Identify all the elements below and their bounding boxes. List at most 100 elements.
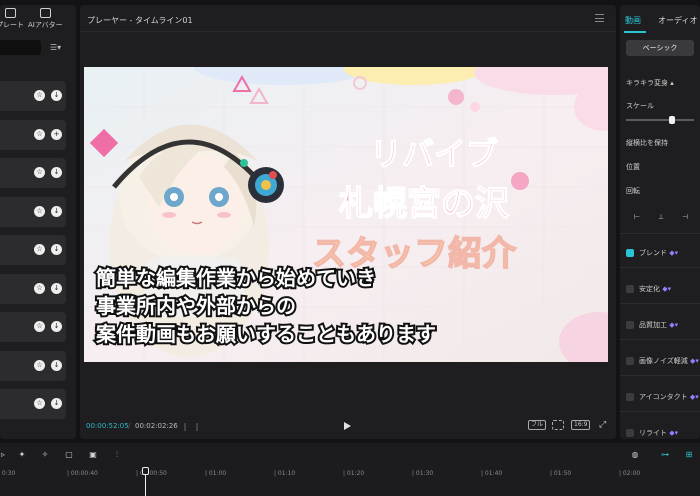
asset-item[interactable]: ☆ ↓ xyxy=(0,273,66,304)
tab-ai-avatar-label: AIアバター xyxy=(28,21,63,29)
magic-icon[interactable]: ✧ xyxy=(40,450,50,460)
transform-section[interactable]: キラキラ変身 ▴ xyxy=(626,78,674,88)
ruler-tick: | 00:00:50 xyxy=(136,470,167,477)
option-label: 品質加工 ◆▾ xyxy=(639,321,679,329)
asset-item[interactable]: ☆ ↓ xyxy=(0,350,66,381)
filter-icon[interactable]: ☰▾ xyxy=(50,43,61,52)
keep-ratio-label: 縦横比を保持 xyxy=(626,139,668,147)
full-button[interactable]: フル xyxy=(528,420,547,430)
option-label: 安定化 ◆▾ xyxy=(639,285,672,293)
option-label: リライト ◆▾ xyxy=(639,429,679,437)
position-label: 位置 xyxy=(626,163,640,171)
checkbox[interactable] xyxy=(626,393,634,401)
download-icon[interactable]: ↓ xyxy=(51,244,62,255)
time-separator: / xyxy=(128,422,131,430)
asset-item[interactable]: ☆ ↓ xyxy=(0,81,66,111)
ruler-tick: | 02:00 xyxy=(619,470,641,477)
download-icon[interactable]: ↓ xyxy=(51,398,62,409)
playhead-handle[interactable] xyxy=(142,467,149,475)
menu-icon[interactable] xyxy=(595,14,604,22)
asset-item[interactable]: ☆ ↓ xyxy=(0,389,66,419)
video-preview[interactable]: リバイブ 札幌宮の沢 スタッフ紹介 簡単な編集作業から始めていき 事業所内や外部… xyxy=(84,67,608,362)
ruler-tick: | 01:20 xyxy=(343,470,365,477)
favorite-icon[interactable]: ☆ xyxy=(34,205,45,217)
favorite-icon[interactable]: ☆ xyxy=(34,244,45,255)
fullscreen-icon[interactable]: ⤢ xyxy=(597,420,608,430)
favorite-icon[interactable]: ☆ xyxy=(34,359,45,371)
tab-ai-avatar[interactable]: AIアバター xyxy=(28,8,63,30)
split-icon[interactable]: ▹ xyxy=(0,450,8,460)
download-icon[interactable]: ↓ xyxy=(51,90,62,101)
player-controls: 00:00:52:05 / 00:02:02:26 フル 16:9 ⤢ xyxy=(80,417,616,439)
add-icon[interactable]: + xyxy=(51,128,62,140)
align-right-icon[interactable]: ⊣ xyxy=(675,211,695,224)
option-label: ブレンド ◆▾ xyxy=(639,249,679,257)
asset-item[interactable]: ☆ ↓ xyxy=(0,196,66,227)
timeline: ▹ ✦ ✧ ▢ ▣ ⫶ ◍ ⊶ ⊞ | 0:30 | 00:00:40 | 00:0… xyxy=(0,443,700,496)
avatar-icon xyxy=(39,8,51,18)
tab-template[interactable]: プレート xyxy=(0,8,24,30)
caption-line-1: 簡単な編集作業から始めていき xyxy=(96,266,376,290)
left-tabs: プレート AIアバター xyxy=(0,5,76,33)
asset-item[interactable]: ☆ ↓ xyxy=(0,235,66,265)
premium-icon: ◆▾ xyxy=(660,285,672,293)
favorite-icon[interactable]: ☆ xyxy=(34,128,45,140)
favorite-icon[interactable]: ☆ xyxy=(34,90,45,101)
favorite-icon[interactable]: ☆ xyxy=(34,321,45,332)
divider xyxy=(620,303,700,304)
checkbox[interactable] xyxy=(626,429,634,437)
media-icon[interactable]: ▣ xyxy=(88,450,98,460)
video-frame-art: リバイブ 札幌宮の沢 スタッフ紹介 簡単な編集作業から始めていき 事業所内や外部… xyxy=(84,67,608,362)
download-icon[interactable]: ↓ xyxy=(51,359,62,371)
premium-icon: ◆▾ xyxy=(687,393,699,401)
align-left-icon[interactable]: ⊢ xyxy=(627,211,647,224)
hd-icon[interactable]: ▢ xyxy=(64,450,74,460)
tab-video[interactable]: 動画 xyxy=(625,15,641,26)
checkbox[interactable] xyxy=(626,285,634,293)
player-panel: プレーヤー - タイムライン01 リバイブ 札幌宮の沢 スタッフ紹介 簡単な編集… xyxy=(80,5,616,439)
divider xyxy=(620,339,700,340)
rotate-label: 回転 xyxy=(626,187,640,195)
download-icon[interactable]: ↓ xyxy=(51,205,62,217)
align-center-icon[interactable]: ⊥ xyxy=(651,211,671,224)
option-label: アイコンタクト ◆▾ xyxy=(639,393,699,401)
ratio-button[interactable]: 16:9 xyxy=(571,420,591,430)
waveform-icon[interactable] xyxy=(184,423,198,431)
download-icon[interactable]: ↓ xyxy=(51,167,62,178)
audio-wave-icon[interactable]: ⫶ xyxy=(112,450,122,460)
asset-item[interactable]: ☆ ↓ xyxy=(0,158,66,188)
favorite-icon[interactable]: ☆ xyxy=(34,167,45,178)
transform-label: キラキラ変身 xyxy=(626,79,668,87)
caption-line-3: 案件動画もお願いすることもあります xyxy=(95,322,436,346)
magnet-icon[interactable]: ⊞ xyxy=(684,450,694,460)
divider xyxy=(620,233,700,234)
active-tab-indicator xyxy=(624,31,646,33)
ruler-tick: | 01:30 xyxy=(412,470,434,477)
person-icon[interactable]: ✦ xyxy=(17,450,27,460)
checkbox[interactable] xyxy=(626,321,634,329)
chevron-up-icon: ▴ xyxy=(670,79,674,87)
ruler-tick: | 01:00 xyxy=(205,470,227,477)
scale-slider-handle[interactable] xyxy=(669,116,676,124)
checkbox[interactable] xyxy=(626,249,634,257)
download-icon[interactable]: ↓ xyxy=(51,282,62,294)
tab-audio[interactable]: オーディオ xyxy=(658,15,697,26)
asset-item[interactable]: ☆ ↓ xyxy=(0,312,66,342)
total-time: 00:02:02:26 xyxy=(135,422,178,430)
checkbox[interactable] xyxy=(626,357,634,365)
favorite-icon[interactable]: ☆ xyxy=(34,282,45,294)
search-input[interactable] xyxy=(0,40,41,55)
basic-button[interactable]: ベーシック xyxy=(626,40,694,56)
download-icon[interactable]: ↓ xyxy=(51,321,62,332)
microphone-icon[interactable]: ◍ xyxy=(630,450,640,460)
ruler-tick: | 01:50 xyxy=(550,470,572,477)
crop-icon[interactable] xyxy=(552,420,564,430)
favorite-icon[interactable]: ☆ xyxy=(34,398,45,409)
asset-item[interactable]: ☆ + xyxy=(0,119,66,150)
scale-slider[interactable] xyxy=(626,116,694,124)
divider xyxy=(620,267,700,268)
scale-label: スケール xyxy=(626,102,654,110)
link-icon[interactable]: ⊶ xyxy=(660,450,670,460)
play-icon[interactable] xyxy=(344,422,351,430)
time-ruler[interactable]: | 0:30 | 00:00:40 | 00:00:50 | 01:00 | 01:10… xyxy=(0,470,700,484)
